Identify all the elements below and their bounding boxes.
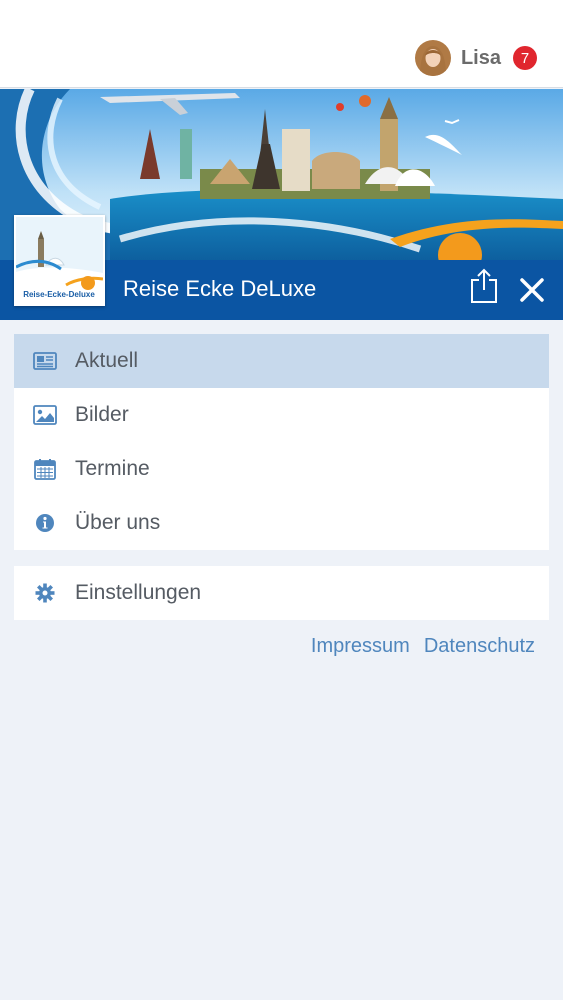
menu-item-label: Termine	[75, 457, 150, 480]
footer-links: Impressum Datenschutz	[311, 635, 535, 658]
menu-item-aktuell[interactable]: Aktuell	[14, 334, 549, 388]
notification-badge[interactable]: 7	[513, 46, 537, 70]
datenschutz-link[interactable]: Datenschutz	[424, 635, 535, 658]
image-icon	[33, 404, 57, 426]
menu-item-einstellungen[interactable]: Einstellungen	[14, 566, 549, 620]
menu-item-label: Aktuell	[75, 349, 139, 372]
close-button[interactable]	[518, 276, 546, 304]
user-name[interactable]: Lisa	[461, 47, 501, 70]
impressum-link[interactable]: Impressum	[311, 635, 410, 658]
top-bar: Lisa 7	[0, 0, 563, 88]
share-icon	[471, 268, 497, 303]
gear-icon	[33, 582, 57, 604]
menu-item-ueber-uns[interactable]: Über uns	[14, 496, 549, 550]
settings-menu: Einstellungen	[14, 566, 549, 620]
menu-item-label: Über uns	[75, 511, 161, 534]
info-icon	[33, 512, 57, 534]
close-icon	[520, 278, 544, 302]
logo-text: Reise-Ecke-Deluxe	[23, 290, 95, 299]
menu-item-termine[interactable]: Termine	[14, 442, 549, 496]
calendar-icon	[33, 458, 57, 480]
main-menu: Aktuell Bilder Termine Über uns	[14, 334, 549, 550]
menu-item-label: Einstellungen	[75, 581, 202, 604]
avatar[interactable]	[414, 40, 451, 76]
menu-item-bilder[interactable]: Bilder	[14, 388, 549, 442]
app-logo: Reise-Ecke-Deluxe	[14, 215, 105, 306]
menu-item-label: Bilder	[75, 403, 129, 426]
share-button[interactable]	[468, 268, 500, 304]
newspaper-icon	[33, 350, 57, 372]
user-profile[interactable]: Lisa 7	[414, 40, 537, 76]
page-title: Reise Ecke DeLuxe	[123, 276, 317, 301]
